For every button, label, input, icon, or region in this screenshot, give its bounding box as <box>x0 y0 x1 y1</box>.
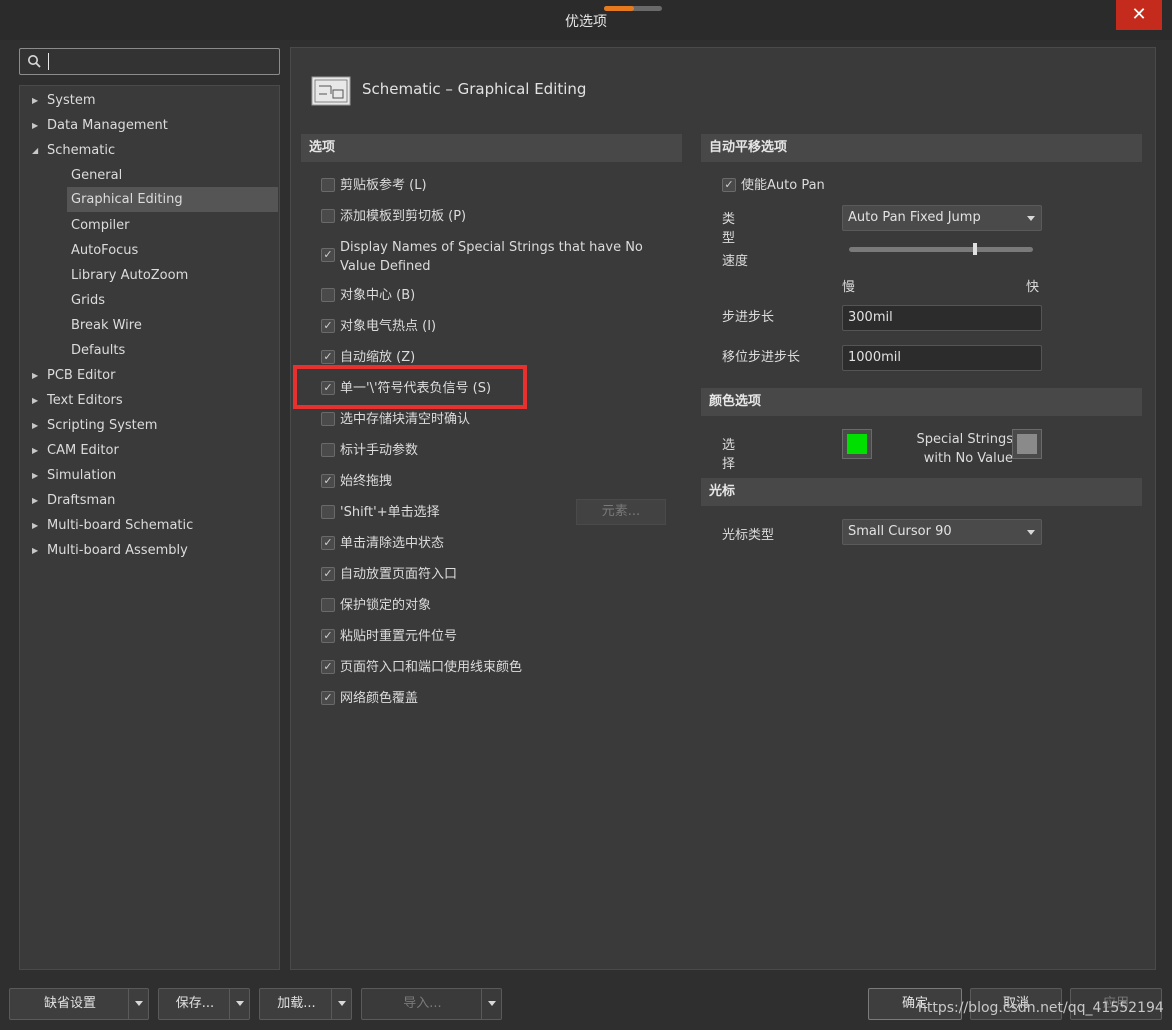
chevron-down-icon[interactable] <box>481 989 501 1019</box>
search-input[interactable] <box>19 48 280 75</box>
checkbox[interactable]: ✓ <box>321 474 335 488</box>
cursor-section-header: 光标 <box>701 478 1142 506</box>
expand-arrow-icon[interactable]: ▶ <box>32 465 42 487</box>
special-strings-color-label: Special Strings with No Value <box>916 432 1013 466</box>
expand-arrow-icon[interactable]: ▶ <box>32 390 42 412</box>
load-button[interactable]: 加载... <box>259 988 352 1020</box>
checkbox[interactable] <box>321 178 335 192</box>
checkbox[interactable] <box>321 288 335 302</box>
shift-step-size-input[interactable]: 1000mil <box>842 345 1042 371</box>
checkbox[interactable]: ✓ <box>321 660 335 674</box>
checkbox[interactable]: ✓ <box>321 536 335 550</box>
expand-arrow-icon[interactable]: ▶ <box>32 515 42 537</box>
checkbox[interactable]: ✓ <box>321 691 335 705</box>
checkbox[interactable] <box>321 209 335 223</box>
tree-item-library-autozoom[interactable]: Library AutoZoom <box>71 265 271 287</box>
checkbox[interactable] <box>321 443 335 457</box>
cursor-type-label: 光标类型 <box>722 528 775 543</box>
tree-item-graphical-editing[interactable]: Graphical Editing <box>67 187 278 212</box>
checkbox[interactable] <box>321 505 335 519</box>
chevron-down-icon[interactable] <box>331 989 351 1019</box>
window-title: 优选项 <box>565 14 607 30</box>
highlight-annotation <box>293 365 527 409</box>
checkbox[interactable] <box>321 412 335 426</box>
special-strings-color-fill <box>1017 434 1037 454</box>
checkbox[interactable] <box>321 598 335 612</box>
expand-arrow-icon[interactable]: ▶ <box>32 490 42 512</box>
step-size-input[interactable]: 300mil <box>842 305 1042 331</box>
tree-item-multi-board-assembly[interactable]: ▶ Multi-board Assembly <box>32 540 272 562</box>
autopan-speed-label: 速度 <box>722 254 749 269</box>
preferences-tree: ▶ System ▶ Data Management ◢ Schematic G… <box>19 85 280 970</box>
autopan-type-dropdown[interactable]: Auto Pan Fixed Jump <box>842 205 1042 231</box>
tree-item-schematic[interactable]: ◢ Schematic <box>32 140 272 162</box>
search-icon <box>28 55 41 68</box>
autopan-section-header: 自动平移选项 <box>701 134 1142 162</box>
text-caret <box>48 53 49 70</box>
title-bar: 优选项 ✕ <box>0 0 1172 40</box>
watermark-text: https://blog.csdn.net/qq_41552194 <box>918 1000 1164 1016</box>
tree-item-general[interactable]: General <box>71 165 271 187</box>
expand-arrow-icon[interactable]: ▶ <box>32 90 42 112</box>
speed-slow-label: 慢 <box>842 280 856 295</box>
expand-arrow-icon[interactable]: ▶ <box>32 540 42 562</box>
special-strings-color-swatch[interactable] <box>1012 429 1042 459</box>
selection-color-swatch[interactable] <box>842 429 872 459</box>
checkbox[interactable]: ✓ <box>321 248 335 262</box>
tree-item-simulation[interactable]: ▶ Simulation <box>32 465 272 487</box>
collapse-arrow-icon[interactable]: ◢ <box>32 140 42 162</box>
tree-item-draftsman[interactable]: ▶ Draftsman <box>32 490 272 512</box>
tree-item-system[interactable]: ▶ System <box>32 90 272 112</box>
expand-arrow-icon[interactable]: ▶ <box>32 440 42 462</box>
speed-slider-thumb[interactable] <box>973 243 977 255</box>
chevron-down-icon <box>1027 216 1035 221</box>
checkbox[interactable]: ✓ <box>321 350 335 364</box>
tree-item-text-editors[interactable]: ▶ Text Editors <box>32 390 272 412</box>
checkbox[interactable]: ✓ <box>722 178 736 192</box>
expand-arrow-icon[interactable]: ▶ <box>32 415 42 437</box>
expand-arrow-icon[interactable]: ▶ <box>32 115 42 137</box>
selection-color-fill <box>847 434 867 454</box>
color-section-header: 颜色选项 <box>701 388 1142 416</box>
selection-color-label: 选择 <box>722 438 736 472</box>
tree-item-data-management[interactable]: ▶ Data Management <box>32 115 272 137</box>
tree-item-compiler[interactable]: Compiler <box>71 215 271 237</box>
import-button[interactable]: 导入... <box>361 988 502 1020</box>
shift-step-size-label: 移位步进步长 <box>722 350 801 365</box>
tree-item-cam-editor[interactable]: ▶ CAM Editor <box>32 440 272 462</box>
tree-item-pcb-editor[interactable]: ▶ PCB Editor <box>32 365 272 387</box>
tree-item-multi-board-schematic[interactable]: ▶ Multi-board Schematic <box>32 515 272 537</box>
checkbox[interactable]: ✓ <box>321 567 335 581</box>
options-section-header: 选项 <box>301 134 682 162</box>
defaults-button[interactable]: 缺省设置 <box>9 988 149 1020</box>
speed-fast-label: 快 <box>1026 280 1040 295</box>
cursor-type-dropdown[interactable]: Small Cursor 90 <box>842 519 1042 545</box>
elements-button[interactable]: 元素... <box>576 499 666 525</box>
autopan-type-label: 类型 <box>722 212 736 246</box>
tree-item-autofocus[interactable]: AutoFocus <box>71 240 271 262</box>
expand-arrow-icon[interactable]: ▶ <box>32 365 42 387</box>
close-button[interactable]: ✕ <box>1116 0 1162 30</box>
tree-item-defaults[interactable]: Defaults <box>71 340 271 362</box>
tree-item-break-wire[interactable]: Break Wire <box>71 315 271 337</box>
schematic-sheet-icon <box>311 76 351 106</box>
tree-item-scripting-system[interactable]: ▶ Scripting System <box>32 415 272 437</box>
checkbox[interactable]: ✓ <box>321 319 335 333</box>
speed-slider-track[interactable] <box>849 247 1033 252</box>
settings-panel: Schematic – Graphical Editing 选项 剪贴板参考 (… <box>290 47 1156 970</box>
tree-item-grids[interactable]: Grids <box>71 290 271 312</box>
chevron-down-icon <box>1027 530 1035 535</box>
chevron-down-icon[interactable] <box>128 989 148 1019</box>
chevron-down-icon[interactable] <box>229 989 249 1019</box>
checkbox[interactable]: ✓ <box>321 629 335 643</box>
save-button[interactable]: 保存... <box>158 988 250 1020</box>
step-size-label: 步进步长 <box>722 310 775 325</box>
page-title: Schematic – Graphical Editing <box>362 80 587 98</box>
